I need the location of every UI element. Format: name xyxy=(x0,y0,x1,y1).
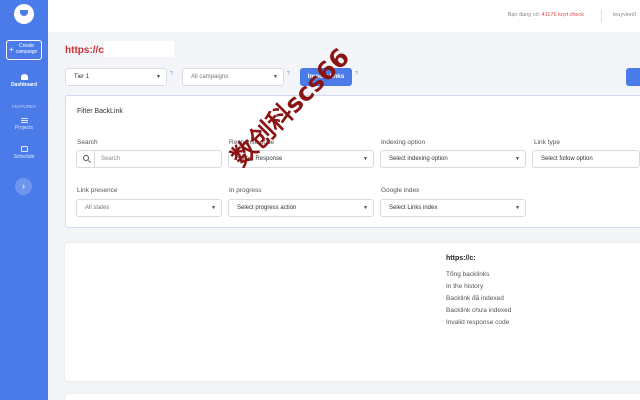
stats-title: https://c: xyxy=(446,255,476,262)
create-campaign-label: Create campaign xyxy=(15,43,38,55)
menu-icon xyxy=(20,118,28,123)
stats-panel xyxy=(65,243,640,381)
sidebar-item-projects[interactable]: Projects xyxy=(0,118,48,131)
tier-select-value: Tier 1 xyxy=(74,74,90,80)
search-field[interactable]: Search xyxy=(76,150,222,168)
in-progress-select[interactable]: Select progress action ▼ xyxy=(228,199,374,217)
link-presence-value: All states xyxy=(85,205,110,211)
sidebar-item-label: Dashboard xyxy=(10,82,38,88)
google-index-value: Select Links index xyxy=(389,205,438,211)
caret-down-icon: ▼ xyxy=(363,156,368,162)
stat-not-indexed: Backlink chưa indexed xyxy=(446,307,512,314)
credit-label: Bạn đang có: xyxy=(507,12,541,18)
caret-down-icon: ▼ xyxy=(515,156,520,162)
page-title: https://c xyxy=(65,45,104,56)
credit-amount: 41176 lượt check xyxy=(541,12,584,18)
caret-down-icon: ▼ xyxy=(156,74,161,80)
in-progress-label: In progress xyxy=(229,187,262,194)
help-icon[interactable]: ? xyxy=(170,71,173,77)
caret-down-icon: ▼ xyxy=(273,74,278,80)
url-redaction-box xyxy=(104,41,174,57)
sidebar-section-features: FEATURES xyxy=(12,104,36,109)
indexing-option-value: Select indexing option xyxy=(389,156,448,162)
campaign-select[interactable]: All campaigns ▼ xyxy=(182,68,284,86)
create-campaign-button[interactable]: + Create campaign xyxy=(6,40,42,60)
sidebar-item-schedule[interactable]: Schedule xyxy=(0,146,48,160)
search-label: Search xyxy=(77,139,98,146)
sidebar-item-label: Projects xyxy=(14,125,34,131)
sidebar-item-label: Schedule xyxy=(13,154,35,160)
search-input[interactable]: Search xyxy=(101,151,120,167)
stat-invalid-response: Invalid response code xyxy=(446,319,510,326)
search-icon xyxy=(77,151,95,167)
help-icon[interactable]: ? xyxy=(287,71,290,77)
stat-total-backlinks: Tổng backlinks xyxy=(446,271,490,278)
link-presence-select[interactable]: All states ▼ xyxy=(76,199,222,217)
caret-down-icon: ▼ xyxy=(515,205,520,211)
campaign-select-value: All campaigns xyxy=(191,74,229,80)
google-index-label: Google index xyxy=(381,187,420,194)
link-type-value: Select follow option xyxy=(541,156,593,162)
expand-sidebar-button[interactable]: › xyxy=(15,178,32,195)
link-type-label: Link type xyxy=(534,139,561,146)
dashboard-icon xyxy=(20,74,28,80)
credit-info: Bạn đang có: 41176 lượt check xyxy=(508,12,584,18)
plus-icon: + xyxy=(9,45,14,54)
indexing-option-label: Indexing option xyxy=(381,139,426,146)
top-bar: Bạn đang có: 41176 lượt check leuyvien0 xyxy=(48,0,640,32)
tier-select[interactable]: Tier 1 ▼ xyxy=(65,68,167,86)
action-button[interactable] xyxy=(626,68,640,86)
calendar-icon xyxy=(20,146,28,152)
sidebar: + Create campaign Dashboard FEATURES Pro… xyxy=(0,0,48,400)
help-icon[interactable]: ? xyxy=(355,71,358,77)
user-menu[interactable]: leuyvien0 xyxy=(613,12,640,18)
indexing-option-select[interactable]: Select indexing option ▼ xyxy=(380,150,526,168)
link-presence-label: Link presence xyxy=(77,187,118,194)
google-index-select[interactable]: Select Links index ▼ xyxy=(380,199,526,217)
bottom-panel xyxy=(65,394,640,400)
stat-history: In the history xyxy=(446,283,484,290)
stat-indexed: Backlink đã indexed xyxy=(446,295,504,302)
app-logo-icon[interactable] xyxy=(14,4,34,24)
caret-down-icon: ▼ xyxy=(211,205,216,211)
in-progress-value: Select progress action xyxy=(237,205,297,211)
sidebar-item-dashboard[interactable]: Dashboard xyxy=(0,74,48,88)
caret-down-icon: ▼ xyxy=(363,205,368,211)
divider xyxy=(601,10,602,22)
link-type-select[interactable]: Select follow option xyxy=(532,150,640,168)
filter-title: Filter BackLink xyxy=(77,108,123,115)
